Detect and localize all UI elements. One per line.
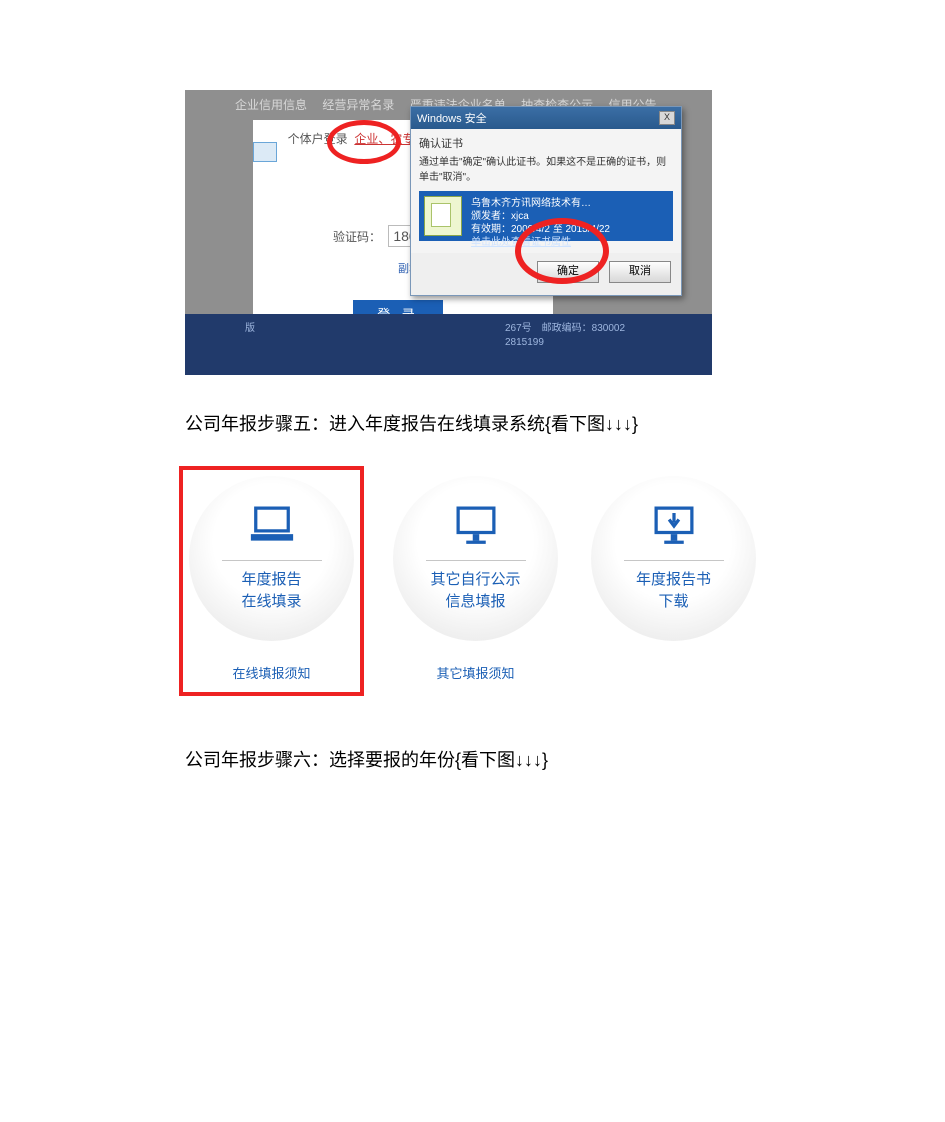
- tab-individual: 个体户登录: [288, 132, 348, 146]
- card-other-publicity[interactable]: 其它自行公示 信息填报: [393, 476, 558, 641]
- cancel-button[interactable]: 取消: [609, 261, 671, 283]
- dialog-titlebar: Windows 安全 X: [411, 107, 681, 129]
- card-title: 其它自行公示 信息填报: [430, 569, 520, 613]
- ok-button[interactable]: 确定: [537, 261, 599, 283]
- card-footnote-link[interactable]: 在线填报须知: [185, 663, 358, 682]
- nav-item: 经营异常名录: [322, 98, 394, 112]
- laptop-icon: [246, 502, 298, 550]
- monitor-download-icon: [648, 502, 700, 550]
- card-title-line1: 年度报告: [241, 571, 301, 588]
- footer-address: 267号 邮政编码：830002: [505, 322, 625, 336]
- card-title: 年度报告 在线填录: [241, 569, 301, 613]
- card-footnote-link[interactable]: 其它填报须知: [389, 663, 562, 682]
- option-cards-row: 年度报告 在线填录 在线填报须知 其它自行公示 信息填报 其它填报须知: [185, 476, 760, 696]
- dialog-body: 确认证书 通过单击"确定"确认此证书。如果这不是正确的证书，则单击"取消"。 乌…: [411, 129, 681, 253]
- certificate-text: 乌鲁木齐方讯网络技术有… 颁发者：xjca 有效期：2009/4/2 至 201…: [465, 193, 671, 239]
- cert-issuer: 颁发者：xjca: [471, 210, 665, 223]
- card-title-line1: 年度报告书: [636, 571, 711, 588]
- nav-item: 企业信用信息: [235, 98, 307, 112]
- step6-heading: 公司年报步骤六：选择要报的年份{看下图↓↓↓}: [185, 746, 760, 772]
- page-footer: 版 267号 邮政编码：830002 2815199: [185, 314, 712, 375]
- cert-properties-link[interactable]: 单击此处查看证书属性: [471, 236, 665, 249]
- card-title-line2: 下载: [658, 593, 688, 610]
- screenshot-login-dialog: 企业信用信息 经营异常名录 严重违法企业名单 抽查检查公示 信用公告 个体户登录…: [185, 90, 712, 375]
- card-title: 年度报告书 下载: [636, 569, 711, 613]
- dialog-buttons: 确定 取消: [411, 253, 681, 295]
- monitor-icon: [450, 502, 502, 550]
- card-other-publicity-wrap: 其它自行公示 信息填报 其它填报须知: [389, 476, 562, 682]
- cert-name: 乌鲁木齐方讯网络技术有…: [471, 197, 665, 210]
- step5-heading: 公司年报步骤五：进入年度报告在线填录系统{看下图↓↓↓}: [185, 410, 760, 436]
- card-download-wrap: 年度报告书 下载: [587, 476, 760, 663]
- card-title-line2: 在线填录: [241, 593, 301, 610]
- search-field-fragment: [253, 142, 277, 162]
- card-download-report[interactable]: 年度报告书 下载: [591, 476, 756, 641]
- captcha-label: 验证码：: [333, 230, 381, 244]
- dialog-close-button[interactable]: X: [659, 111, 675, 125]
- certificate-card[interactable]: 乌鲁木齐方讯网络技术有… 颁发者：xjca 有效期：2009/4/2 至 201…: [419, 191, 673, 241]
- card-separator: [426, 560, 526, 561]
- card-annual-report-highlight: 年度报告 在线填录 在线填报须知: [179, 466, 364, 696]
- footer-phone: 2815199: [505, 336, 625, 350]
- card-separator: [222, 560, 322, 561]
- card-separator: [624, 560, 724, 561]
- cert-validity: 有效期：2009/4/2 至 2015/4/22: [471, 223, 665, 236]
- dialog-heading: 确认证书: [419, 135, 673, 151]
- security-dialog: Windows 安全 X 确认证书 通过单击"确定"确认此证书。如果这不是正确的…: [410, 106, 682, 296]
- card-title-line2: 信息填报: [445, 593, 505, 610]
- dialog-description: 通过单击"确定"确认此证书。如果这不是正确的证书，则单击"取消"。: [419, 153, 673, 183]
- certificate-icon: [424, 196, 462, 236]
- card-annual-report[interactable]: 年度报告 在线填录: [189, 476, 354, 641]
- dialog-title: Windows 安全: [417, 110, 487, 126]
- footer-left: 版: [245, 323, 255, 334]
- card-title-line1: 其它自行公示: [430, 571, 520, 588]
